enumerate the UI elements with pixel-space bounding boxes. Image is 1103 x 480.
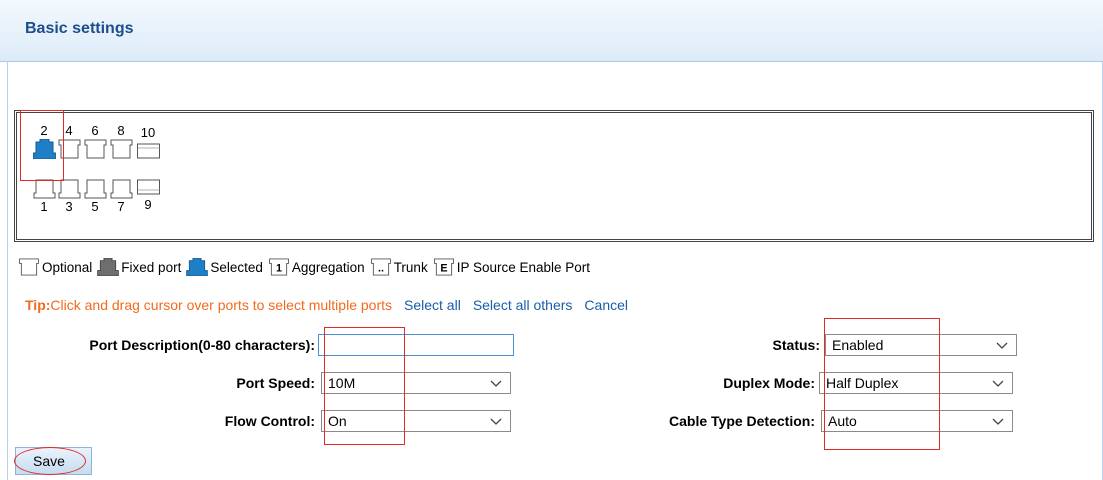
legend-label: IP Source Enable Port xyxy=(456,259,591,275)
port-number: 10 xyxy=(140,125,156,140)
chevron-down-icon xyxy=(996,342,1008,349)
page-title: Basic settings xyxy=(25,20,134,37)
port-optional-icon xyxy=(84,139,106,159)
legend-label: Selected xyxy=(210,259,263,275)
select-all-others-link[interactable]: Select all others xyxy=(473,297,573,313)
port-optional-icon xyxy=(19,258,39,276)
tip-row: Tip: Click and drag cursor over ports to… xyxy=(25,297,640,313)
legend-fixed-port: Fixed port xyxy=(97,258,181,276)
tip-label: Tip: xyxy=(25,297,51,313)
legend-label: Optional xyxy=(42,259,93,275)
legend-aggregation: 1 Aggregation xyxy=(268,258,365,276)
port-optional-icon xyxy=(110,179,132,199)
port-optional-icon xyxy=(84,179,106,199)
tip-text: Click and drag cursor over ports to sele… xyxy=(50,297,392,313)
port-aggregation-icon: 1 xyxy=(268,258,289,276)
port-panel: 2 4 6 8 10 1 3 5 7 9 xyxy=(14,110,1094,242)
port-number: 8 xyxy=(117,123,125,138)
legend-label: Fixed port xyxy=(121,259,182,275)
port-9[interactable]: 9 xyxy=(133,177,163,213)
port-optional-icon xyxy=(33,179,55,199)
page-header: Basic settings xyxy=(0,0,1103,62)
port-sfp-icon xyxy=(136,179,160,195)
port-7[interactable]: 7 xyxy=(106,179,136,215)
chevron-down-icon xyxy=(992,380,1004,387)
legend-ip-source: E IP Source Enable Port xyxy=(433,258,590,276)
select-all-link[interactable]: Select all xyxy=(404,297,461,313)
port-optional-icon xyxy=(110,139,132,159)
port-ip-source-icon: E xyxy=(433,258,454,276)
annotation-ellipse-save xyxy=(14,447,86,475)
port-fixed-icon xyxy=(97,258,120,276)
port-legend: Optional Fixed port Selected 1 Aggregati… xyxy=(18,256,595,278)
legend-selected: Selected xyxy=(186,258,263,276)
chevron-down-icon xyxy=(992,418,1004,425)
chevron-down-icon xyxy=(490,418,502,425)
legend-optional: Optional xyxy=(18,258,92,276)
port-sfp-icon xyxy=(136,143,160,159)
annotation-box-port-2 xyxy=(20,110,64,181)
duplex-mode-label: Duplex Mode: xyxy=(723,375,815,391)
legend-label: Trunk xyxy=(393,259,428,275)
port-description-label: Port Description(0-80 characters): xyxy=(89,337,315,353)
port-trunk-icon: .. xyxy=(370,258,391,276)
legend-icon-glyph: 1 xyxy=(276,263,282,275)
port-number: 9 xyxy=(144,197,152,212)
port-selected-icon xyxy=(186,258,209,276)
legend-label: Aggregation xyxy=(291,259,365,275)
chevron-down-icon xyxy=(490,380,502,387)
port-8[interactable]: 8 xyxy=(106,123,136,159)
cancel-link[interactable]: Cancel xyxy=(584,297,628,313)
annotation-box-right-column xyxy=(824,318,940,450)
port-speed-label: Port Speed: xyxy=(236,375,315,391)
port-optional-icon xyxy=(58,179,80,199)
port-10[interactable]: 10 xyxy=(133,125,163,161)
cable-type-label: Cable Type Detection: xyxy=(669,413,815,429)
flow-control-label: Flow Control: xyxy=(224,413,315,429)
legend-trunk: .. Trunk xyxy=(370,258,428,276)
legend-icon-glyph: .. xyxy=(378,263,384,275)
annotation-box-left-column xyxy=(324,327,405,445)
status-label: Status: xyxy=(772,337,820,353)
port-number: 7 xyxy=(117,199,125,214)
legend-icon-glyph: E xyxy=(440,263,447,275)
